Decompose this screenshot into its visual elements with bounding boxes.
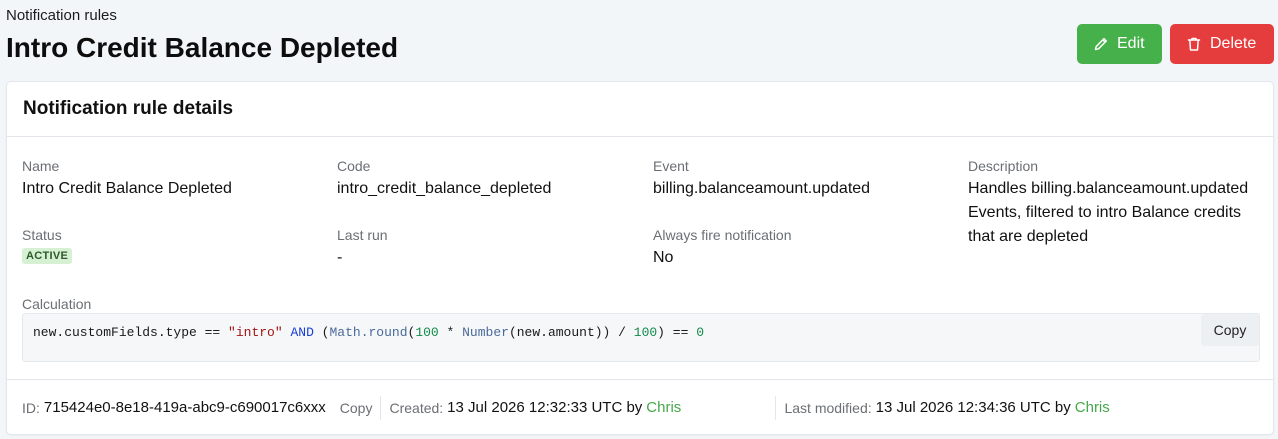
code-token: new.customFields.type == bbox=[33, 325, 229, 340]
edit-button-label: Edit bbox=[1117, 35, 1145, 52]
last-run-value: - bbox=[337, 249, 343, 266]
description-label: Description bbox=[968, 158, 1039, 174]
created-label: Created: bbox=[389, 399, 444, 416]
event-value: billing.balanceamount.updated bbox=[653, 180, 871, 197]
description-field: Description Handles billing.balanceamoun… bbox=[968, 157, 1268, 249]
calculation-label: Calculation bbox=[22, 296, 92, 312]
modified-block: Last modified: 13 Jul 2026 12:34:36 UTC … bbox=[784, 399, 1109, 416]
code-token-string: "intro" bbox=[228, 325, 283, 340]
code-token: (new.amount)) / bbox=[508, 325, 634, 340]
created-block: Created: 13 Jul 2026 12:32:33 UTC by Chr… bbox=[389, 399, 767, 416]
header-actions: Edit Delete bbox=[1077, 24, 1274, 64]
trash-icon bbox=[1187, 37, 1201, 51]
code-value: intro_credit_balance_depleted bbox=[337, 180, 552, 197]
description-value: Handles billing.balanceamount.updated Ev… bbox=[968, 180, 1249, 245]
code-token: ) == bbox=[657, 325, 697, 340]
calculation-code: new.customFields.type == "intro" AND (Ma… bbox=[22, 313, 1260, 362]
modified-label: Last modified: bbox=[784, 399, 872, 416]
modified-value: 13 Jul 2026 12:34:36 UTC by bbox=[875, 399, 1071, 416]
code-token: ( bbox=[313, 325, 330, 340]
code-token-keyword: AND bbox=[290, 325, 314, 340]
pencil-icon bbox=[1094, 37, 1108, 51]
event-label: Event bbox=[653, 158, 689, 174]
code-field: Code intro_credit_balance_depleted bbox=[337, 157, 551, 201]
name-value: Intro Credit Balance Depleted bbox=[22, 180, 232, 197]
details-card: Notification rule details Name Intro Cre… bbox=[6, 81, 1274, 435]
created-value: 13 Jul 2026 12:32:33 UTC by bbox=[447, 399, 643, 416]
edit-button[interactable]: Edit bbox=[1077, 24, 1162, 64]
calculation-field: Calculation bbox=[22, 295, 91, 313]
code-token-number: 100 bbox=[415, 325, 439, 340]
divider bbox=[775, 395, 777, 420]
always-fire-value: No bbox=[653, 249, 674, 266]
always-fire-label: Always fire notification bbox=[653, 227, 792, 243]
metadata-footer: ID: 715424e0-8e18-419a-abc9-c690017c6xxx… bbox=[7, 379, 1273, 435]
divider bbox=[380, 395, 382, 420]
name-field: Name Intro Credit Balance Depleted bbox=[22, 157, 232, 201]
name-label: Name bbox=[22, 158, 60, 174]
modified-by-link[interactable]: Chris bbox=[1075, 399, 1110, 416]
delete-button[interactable]: Delete bbox=[1170, 24, 1274, 64]
code-token: * bbox=[438, 325, 463, 340]
always-fire-field: Always fire notification No bbox=[653, 226, 792, 270]
last-run-label: Last run bbox=[337, 227, 388, 243]
status-field: Status ACTIVE bbox=[22, 226, 73, 264]
code-token-function: Math.round bbox=[329, 325, 408, 340]
page-header: Notification rules Intro Credit Balance … bbox=[6, 6, 1274, 66]
id-label: ID: bbox=[22, 399, 40, 416]
created-by-link[interactable]: Chris bbox=[646, 399, 681, 416]
code-label: Code bbox=[337, 158, 371, 174]
code-token-number: 100 bbox=[633, 325, 658, 340]
card-header: Notification rule details bbox=[7, 82, 1273, 137]
event-field: Event billing.balanceamount.updated bbox=[653, 157, 870, 201]
copy-calculation-button[interactable]: Copy bbox=[1201, 314, 1259, 346]
status-badge: ACTIVE bbox=[22, 248, 73, 264]
code-token-function: Number bbox=[462, 325, 509, 340]
card-title: Notification rule details bbox=[23, 98, 234, 119]
delete-button-label: Delete bbox=[1210, 35, 1257, 52]
id-block: ID: 715424e0-8e18-419a-abc9-c690017c6xxx… bbox=[22, 399, 372, 416]
status-label: Status bbox=[22, 227, 62, 243]
code-token-number: 0 bbox=[696, 325, 704, 340]
id-value: 715424e0-8e18-419a-abc9-c690017c6xxx bbox=[43, 399, 326, 416]
copy-id-button[interactable]: Copy bbox=[340, 400, 373, 416]
breadcrumb[interactable]: Notification rules bbox=[6, 6, 1272, 26]
last-run-field: Last run - bbox=[337, 226, 388, 270]
